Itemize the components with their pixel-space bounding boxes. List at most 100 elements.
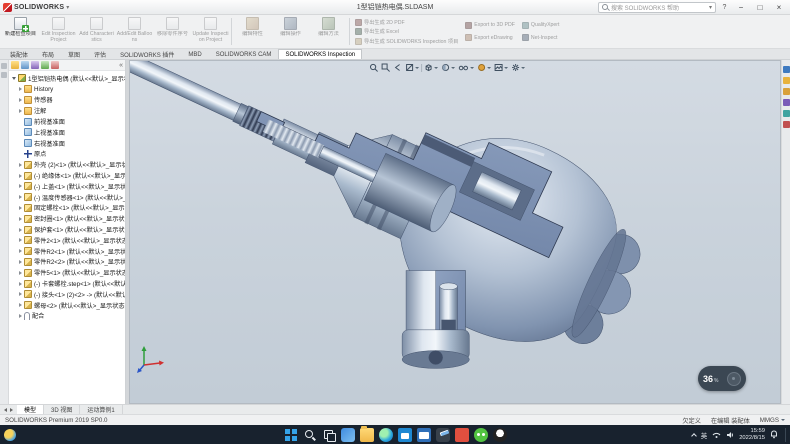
tree-item[interactable]: History: [9, 84, 125, 95]
tree-item[interactable]: 螺母<2> (默认<<默认>_显示状态-1>): [9, 300, 125, 311]
tree-item[interactable]: 外壳 (2)<1> (默认<<默认>_显示状态-1>): [9, 159, 125, 170]
edge-browser-icon[interactable]: [379, 428, 393, 442]
menu-chevron-icon[interactable]: ▾: [66, 4, 69, 11]
zoom-area-button[interactable]: [380, 62, 391, 73]
edit-inspection-project-button[interactable]: Edit Inspection Project: [40, 16, 77, 47]
tree-item[interactable]: 固定螺栓<1> (默认<<默认>_显示状态-1>): [9, 203, 125, 214]
tree-item-mates[interactable]: 配合: [9, 311, 125, 322]
wechat-icon[interactable]: [474, 428, 488, 442]
qq-icon[interactable]: [493, 428, 507, 442]
tree-item[interactable]: (-) 温度传感器<1> (默认<<默认>_显示状态-1>): [9, 192, 125, 203]
tree-item[interactable]: 注解: [9, 105, 125, 116]
collapse-arrow-icon[interactable]: [12, 77, 16, 80]
unit-system-selector[interactable]: MMGS: [760, 417, 785, 424]
search-chevron-icon[interactable]: ▾: [709, 4, 712, 11]
tree-item[interactable]: 零件5<1> (默认<<默认>_显示状态-1>): [9, 267, 125, 278]
hide-show-items-button[interactable]: [457, 62, 475, 73]
mail-icon[interactable]: [417, 428, 431, 442]
model-3d-view[interactable]: [130, 61, 780, 403]
section-view-button[interactable]: [404, 62, 420, 73]
design-library-icon[interactable]: [783, 77, 790, 84]
feature-manager-tab-icon[interactable]: [11, 61, 19, 69]
add-edit-balloons-button[interactable]: Add/Edit Balloons: [116, 16, 153, 47]
custom-properties-icon[interactable]: [783, 121, 790, 128]
view-orientation-button[interactable]: [423, 62, 439, 73]
clock[interactable]: 15:59 2022/8/15: [739, 428, 765, 441]
expand-arrow-icon[interactable]: [19, 163, 22, 167]
tree-item[interactable]: 前视基准面: [9, 116, 125, 127]
apply-scene-button[interactable]: [493, 62, 509, 73]
expand-arrow-icon[interactable]: [19, 109, 22, 113]
expand-arrow-icon[interactable]: [19, 174, 22, 178]
tree-item[interactable]: 零件R2<1> (默认<<默认>_显示状态-1>): [9, 246, 125, 257]
show-desktop-button[interactable]: [785, 428, 787, 442]
solidworks-menu[interactable]: SOLIDWORKS ▾: [3, 3, 69, 12]
scroll-tabs-left-icon[interactable]: [4, 408, 7, 412]
tree-item[interactable]: 右视基准面: [9, 138, 125, 149]
net-inspect-button[interactable]: Net-Inspect: [522, 33, 560, 42]
tree-item[interactable]: 保护套<1> (默认<<默认>_显示状态-1>): [9, 224, 125, 235]
tab-evaluate[interactable]: 评估: [87, 49, 113, 59]
tree-item[interactable]: 上视基准面: [9, 127, 125, 138]
input-language-indicator[interactable]: 英: [701, 430, 708, 440]
strip-tool-icon[interactable]: [1, 72, 7, 78]
new-inspection-project-button[interactable]: 新建检查项目: [2, 16, 39, 47]
minimize-button[interactable]: −: [733, 1, 749, 14]
panel-collapse-icon[interactable]: «: [119, 62, 123, 69]
expand-arrow-icon[interactable]: [19, 260, 22, 264]
graphics-viewport[interactable]: 36 %: [129, 60, 781, 404]
microsoft-store-icon[interactable]: [398, 428, 412, 442]
tab-3d-views[interactable]: 3D 视图: [44, 405, 80, 414]
scroll-tabs-right-icon[interactable]: [10, 408, 13, 412]
qualityxpert-button[interactable]: QualityXpert: [522, 21, 560, 30]
tab-sketch[interactable]: 草图: [61, 49, 87, 59]
widgets-icon[interactable]: [341, 428, 355, 442]
help-button[interactable]: ?: [719, 2, 730, 13]
hidden-icons-chevron-icon[interactable]: [691, 433, 697, 439]
expand-arrow-icon[interactable]: [19, 206, 22, 210]
search-box[interactable]: 搜索 SOLIDWORKS 帮助 ▾: [598, 2, 716, 13]
tree-item[interactable]: (-) 卡套螺栓.step<1> (默认<<默认>_显示状态-1>): [9, 278, 125, 289]
maximize-button[interactable]: □: [752, 1, 768, 14]
tab-mbd[interactable]: MBD: [181, 49, 208, 59]
update-inspection-project-button[interactable]: Update Inspection Project: [192, 16, 229, 47]
tree-item[interactable]: 零件2<1> (默认<<默认>_显示状态-1>): [9, 235, 125, 246]
export-3d-pdf-button[interactable]: Export to 3D PDF: [465, 21, 515, 30]
tab-cam[interactable]: SOLIDWORKS CAM: [209, 49, 279, 59]
expand-arrow-icon[interactable]: [19, 228, 22, 232]
taskbar-search-icon[interactable]: [303, 428, 317, 442]
tab-assembly[interactable]: 装配体: [3, 49, 35, 59]
dimxpert-manager-tab-icon[interactable]: [41, 61, 49, 69]
notifications-bell-icon[interactable]: [770, 430, 778, 439]
tree-item[interactable]: (-) 上盖<1> (默认<<默认>_显示状态-1>): [9, 181, 125, 192]
expand-arrow-icon[interactable]: [19, 217, 22, 221]
strip-tool-icon[interactable]: [1, 63, 7, 69]
expand-arrow-icon[interactable]: [19, 282, 22, 286]
task-view-icon[interactable]: [322, 428, 336, 442]
expand-arrow-icon[interactable]: [19, 238, 22, 242]
expand-arrow-icon[interactable]: [19, 303, 22, 307]
file-explorer-pane-icon[interactable]: [783, 88, 790, 95]
tree-item-root[interactable]: 1型铝铠热电偶 (默认<<默认>_显示状态-1): [9, 73, 125, 84]
remove-balloons-button[interactable]: 移除零件序号: [154, 16, 191, 47]
tab-model[interactable]: 模型: [17, 405, 44, 414]
tab-layout[interactable]: 布局: [35, 49, 61, 59]
export-2d-pdf-button[interactable]: 导出生成 2D PDF: [355, 18, 458, 27]
start-button[interactable]: [284, 428, 298, 442]
weather-widget-icon[interactable]: [4, 429, 16, 441]
wps-icon[interactable]: [455, 428, 469, 442]
solidworks-taskbar-icon[interactable]: [436, 428, 450, 442]
display-style-button[interactable]: [440, 62, 456, 73]
export-edrawing-button[interactable]: Export eDrawing: [465, 33, 515, 42]
edit-methods-button[interactable]: 编辑方法: [310, 16, 347, 47]
previous-view-button[interactable]: [392, 62, 403, 73]
expand-arrow-icon[interactable]: [19, 184, 22, 188]
expand-arrow-icon[interactable]: [19, 249, 22, 253]
expand-arrow-icon[interactable]: [19, 314, 22, 318]
view-settings-button[interactable]: [510, 62, 526, 73]
view-palette-icon[interactable]: [783, 99, 790, 106]
mouse-battery-widget[interactable]: 36 %: [698, 366, 746, 391]
tab-addins[interactable]: SOLIDWORKS 插件: [113, 49, 181, 59]
tree-item[interactable]: 零件R2<2> (默认<<默认>_显示状态-1>): [9, 257, 125, 268]
tree-item[interactable]: 密封圈<1> (默认<<默认>_显示状态-1>): [9, 213, 125, 224]
